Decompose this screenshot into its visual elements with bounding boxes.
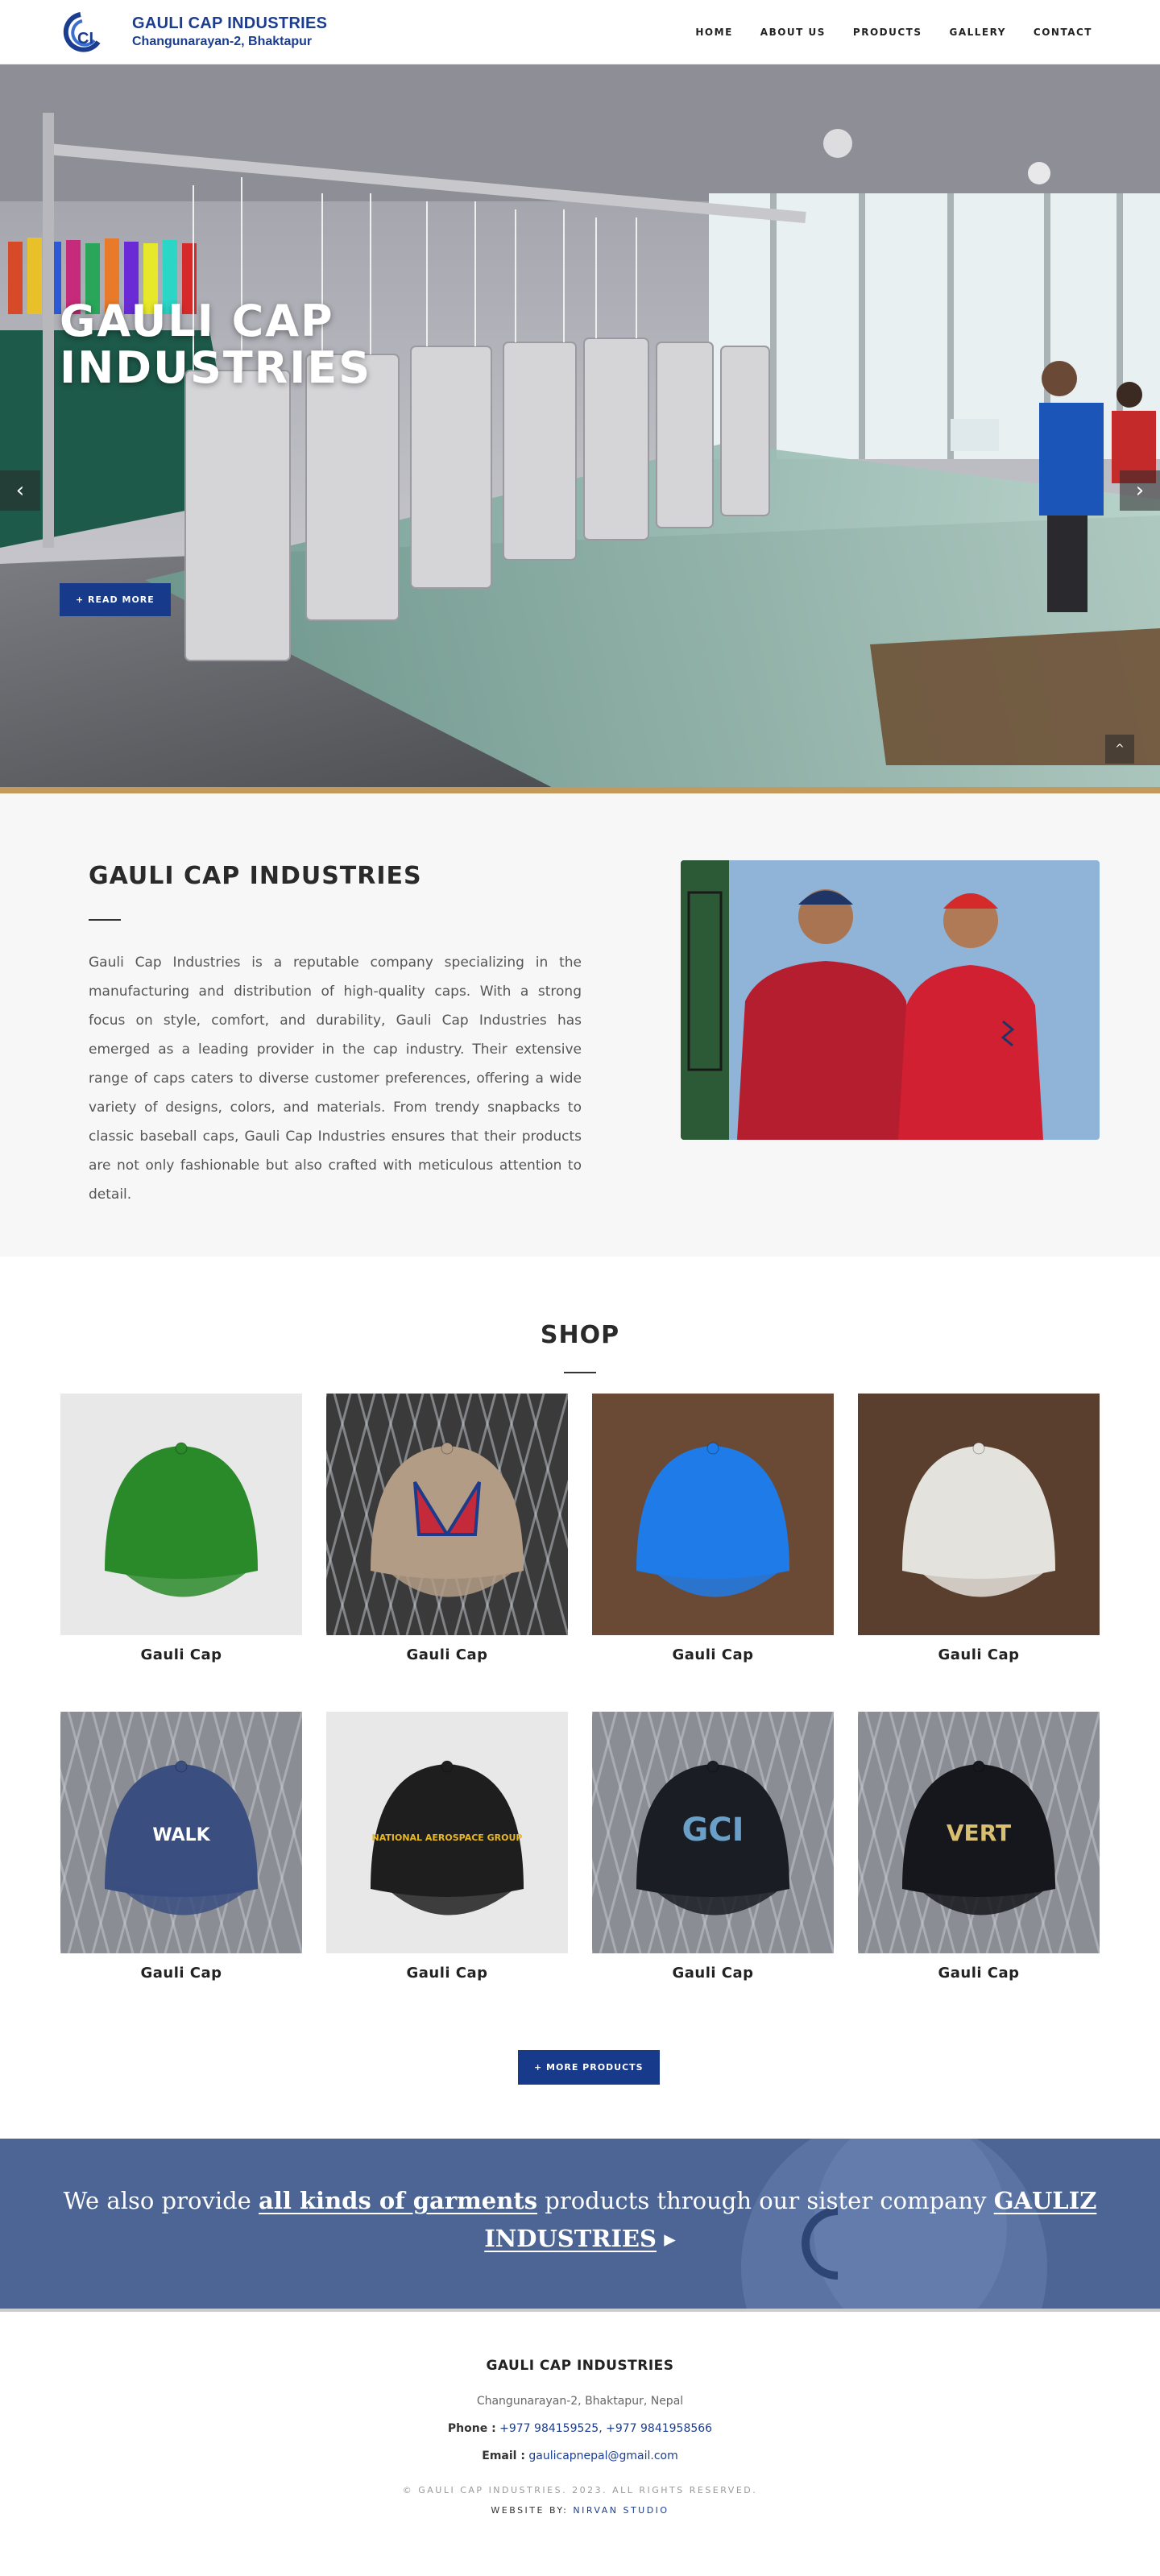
hero-factory-image — [0, 64, 1160, 787]
hero-slider: GAULI CAP INDUSTRIES + READ MORE ‹ › ^ — [0, 64, 1160, 793]
product-name[interactable]: Gauli Cap — [858, 1646, 1100, 1663]
more-products-button[interactable]: + MORE PRODUCTS — [518, 2050, 660, 2085]
product-name[interactable]: Gauli Cap — [326, 1646, 568, 1663]
nav-contact[interactable]: CONTACT — [1034, 27, 1092, 38]
nav-home[interactable]: HOME — [695, 27, 732, 38]
brand-name: GAULI CAP INDUSTRIES — [132, 14, 328, 32]
shop-heading: SHOP — [540, 1321, 620, 1349]
slider-prev-arrow-icon[interactable]: ‹ — [0, 470, 40, 511]
garments-link[interactable]: all kinds of garments — [259, 2187, 537, 2214]
company-logo[interactable]: CI — [58, 10, 118, 55]
heading-divider — [89, 919, 121, 921]
email-label: Email : — [482, 2450, 525, 2462]
caret-right-icon[interactable]: ▸ — [664, 2225, 676, 2252]
product-name[interactable]: Gauli Cap — [60, 1646, 302, 1663]
brand[interactable]: CI GAULI CAP INDUSTRIES Changunarayan-2,… — [58, 10, 327, 55]
svg-text:CI: CI — [77, 30, 93, 48]
banner-text-line-2: INDUSTRIES ▸ — [0, 2225, 1160, 2252]
product-card[interactable]: GCI Gauli Cap — [592, 1712, 834, 1982]
product-image[interactable]: NATIONAL AEROSPACE GROUP — [326, 1712, 568, 1953]
cap-emblem: NATIONAL AEROSPACE GROUP — [372, 1833, 523, 1843]
credit-link[interactable]: NIRVAN STUDIO — [573, 2505, 669, 2516]
shop-section: SHOP Gauli Cap Gauli Cap Gauli Cap Gauli… — [0, 1257, 1160, 2139]
product-image[interactable] — [60, 1394, 302, 1635]
brand-text: GAULI CAP INDUSTRIES Changunarayan-2, Bh… — [132, 14, 327, 49]
product-card[interactable]: NATIONAL AEROSPACE GROUP Gauli Cap — [326, 1712, 568, 1982]
product-card[interactable]: WALK Gauli Cap — [60, 1712, 302, 1982]
industries-link[interactable]: INDUSTRIES — [484, 2225, 657, 2252]
product-card[interactable]: VERT Gauli Cap — [858, 1712, 1100, 1982]
product-name[interactable]: Gauli Cap — [858, 1965, 1100, 1982]
footer-address: Changunarayan-2, Bhaktapur, Nepal — [476, 2395, 684, 2408]
nav-products[interactable]: PRODUCTS — [853, 27, 922, 38]
cap-emblem: VERT — [947, 1820, 1011, 1846]
nav-gallery[interactable]: GALLERY — [950, 27, 1006, 38]
product-image[interactable]: VERT — [858, 1712, 1100, 1953]
product-name[interactable]: Gauli Cap — [60, 1965, 302, 1982]
cap-photo: WALK — [60, 1712, 302, 1953]
product-card[interactable]: Gauli Cap — [592, 1394, 834, 1663]
gauliz-link[interactable]: GAULIZ — [994, 2187, 1097, 2214]
brand-address: Changunarayan-2, Bhaktapur — [132, 35, 313, 48]
cap-photo: GCI — [592, 1712, 834, 1953]
cap-photo — [326, 1394, 568, 1635]
email-link[interactable]: gaulicapnepal@gmail.com — [528, 2450, 677, 2462]
banner-prefix: We also provide — [63, 2187, 259, 2214]
product-card[interactable]: Gauli Cap — [858, 1394, 1100, 1663]
site-footer: GAULI CAP INDUSTRIES Changunarayan-2, Bh… — [0, 2312, 1160, 2561]
about-heading: GAULI CAP INDUSTRIES — [89, 862, 422, 890]
about-text: GAULI CAP INDUSTRIES Gauli Cap Industrie… — [89, 862, 582, 1209]
banner-text-line-1: We also provide all kinds of garments pr… — [0, 2187, 1160, 2214]
banner-middle: products through our sister company — [537, 2187, 994, 2214]
cap-emblem: GCI — [682, 1812, 744, 1849]
cap-emblem: WALK — [152, 1825, 210, 1845]
product-image[interactable]: WALK — [60, 1712, 302, 1953]
scroll-to-top-icon[interactable]: ^ — [1105, 735, 1134, 764]
read-more-button[interactable]: + READ MORE — [60, 583, 171, 616]
product-name[interactable]: Gauli Cap — [326, 1965, 568, 1982]
about-body: Gauli Cap Industries is a reputable comp… — [89, 955, 582, 1203]
product-grid: Gauli Cap Gauli Cap Gauli Cap Gauli Cap … — [60, 1394, 1100, 1982]
heading-divider — [564, 1372, 596, 1373]
product-image[interactable] — [858, 1394, 1100, 1635]
product-image[interactable] — [592, 1394, 834, 1635]
cap-photo — [858, 1394, 1100, 1635]
phone-label: Phone : — [447, 2422, 496, 2435]
about-section: GAULI CAP INDUSTRIES Gauli Cap Industrie… — [0, 793, 1160, 1257]
product-card[interactable]: Gauli Cap — [326, 1394, 568, 1663]
nav-about-us[interactable]: ABOUT US — [760, 27, 826, 38]
site-header: CI GAULI CAP INDUSTRIES Changunarayan-2,… — [0, 0, 1160, 64]
product-name[interactable]: Gauli Cap — [592, 1646, 834, 1663]
product-card[interactable]: Gauli Cap — [60, 1394, 302, 1663]
cap-photo — [60, 1394, 302, 1635]
main-nav: HOME ABOUT US PRODUCTS GALLERY CONTACT — [695, 27, 1092, 38]
product-name[interactable]: Gauli Cap — [592, 1965, 834, 1982]
slider-next-arrow-icon[interactable]: › — [1120, 470, 1160, 511]
website-credit: WEBSITE BY: NIRVAN STUDIO — [0, 2505, 1160, 2516]
copyright: © GAULI CAP INDUSTRIES. 2023. ALL RIGHTS… — [402, 2485, 758, 2495]
footer-phone: Phone : +977 984159525, +977 9841958566 — [0, 2422, 1160, 2435]
owners-photo — [681, 860, 1100, 1140]
cap-photo: NATIONAL AEROSPACE GROUP — [326, 1712, 568, 1953]
footer-email: Email : gaulicapnepal@gmail.com — [0, 2450, 1160, 2462]
cap-photo — [592, 1394, 834, 1635]
credit-prefix: WEBSITE BY: — [491, 2505, 569, 2516]
phone-link[interactable]: +977 984159525, +977 9841958566 — [499, 2422, 712, 2435]
footer-company-name: GAULI CAP INDUSTRIES — [486, 2358, 674, 2374]
product-image[interactable] — [326, 1394, 568, 1635]
cap-photo: VERT — [858, 1712, 1100, 1953]
sister-company-banner: We also provide all kinds of garments pr… — [0, 2139, 1160, 2312]
hero-title: GAULI CAP INDUSTRIES — [60, 296, 372, 393]
product-image[interactable]: GCI — [592, 1712, 834, 1953]
